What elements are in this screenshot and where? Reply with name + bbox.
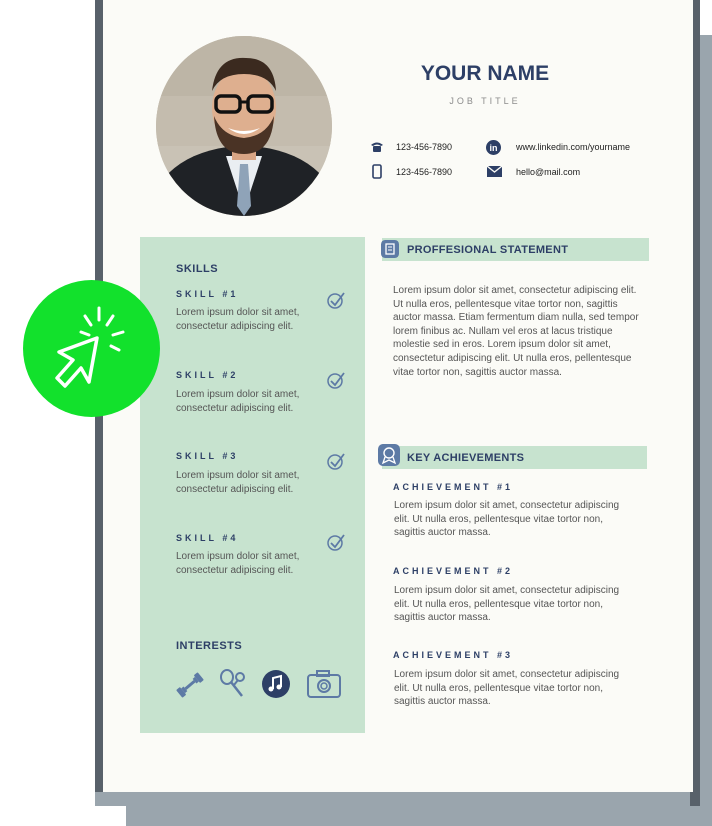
mobile-icon [372, 164, 382, 179]
cursor-click-icon [55, 306, 125, 388]
skills-title: SKILLS [176, 263, 219, 275]
award-icon [378, 444, 400, 466]
resume-name: YOUR NAME [420, 62, 550, 85]
skill-name: SKILL #2 [176, 370, 239, 380]
email-text[interactable]: hello@mail.com [516, 167, 580, 177]
page-shadow-bottom [95, 792, 698, 806]
badminton-icon [220, 669, 245, 697]
achievement-text: Lorem ipsum dolor sit amet, consectetur … [394, 585, 620, 624]
mobile-text: 123-456-7890 [396, 167, 453, 177]
interests-title: INTERESTS [176, 640, 243, 652]
achievement-name: ACHIEVEMENT #2 [393, 566, 514, 576]
skill-name: SKILL #1 [176, 289, 239, 299]
camera-icon [307, 670, 341, 698]
skill-description: Lorem ipsum dolor sit amet, consectetur … [176, 470, 300, 495]
click-badge[interactable] [23, 280, 160, 417]
dumbbell-icon [176, 672, 204, 698]
achievements-title: KEY ACHIEVEMENTS [407, 452, 525, 464]
skill-description: Lorem ipsum dolor sit amet, consectetur … [176, 389, 300, 414]
skill-name: SKILL #3 [176, 451, 239, 461]
job-title: JOB TITLE [449, 96, 521, 106]
skill-name: SKILL #4 [176, 533, 239, 543]
check-icon [327, 534, 345, 551]
statement-text: Lorem ipsum dolor sit amet, consectetur … [393, 285, 639, 378]
statement-title: PROFFESIONAL STATEMENT [407, 244, 569, 256]
profile-photo [156, 36, 332, 216]
email-icon [487, 166, 502, 177]
achievement-name: ACHIEVEMENT #1 [393, 482, 514, 492]
skill-description: Lorem ipsum dolor sit amet, consectetur … [176, 307, 300, 332]
linkedin-text[interactable]: www.linkedin.com/yourname [516, 142, 630, 152]
phone-text: 123-456-7890 [396, 142, 453, 152]
phone-icon [371, 142, 383, 152]
achievement-name: ACHIEVEMENT #3 [393, 650, 514, 660]
svg-text:in: in [490, 143, 498, 153]
document-icon [381, 240, 399, 258]
check-icon [327, 292, 345, 309]
linkedin-icon[interactable]: in [486, 140, 501, 155]
music-note-icon [262, 670, 290, 698]
achievement-text: Lorem ipsum dolor sit amet, consectetur … [394, 500, 620, 539]
check-icon [327, 372, 345, 389]
check-icon [327, 453, 345, 470]
skill-description: Lorem ipsum dolor sit amet, consectetur … [176, 551, 300, 576]
achievement-text: Lorem ipsum dolor sit amet, consectetur … [394, 669, 620, 708]
